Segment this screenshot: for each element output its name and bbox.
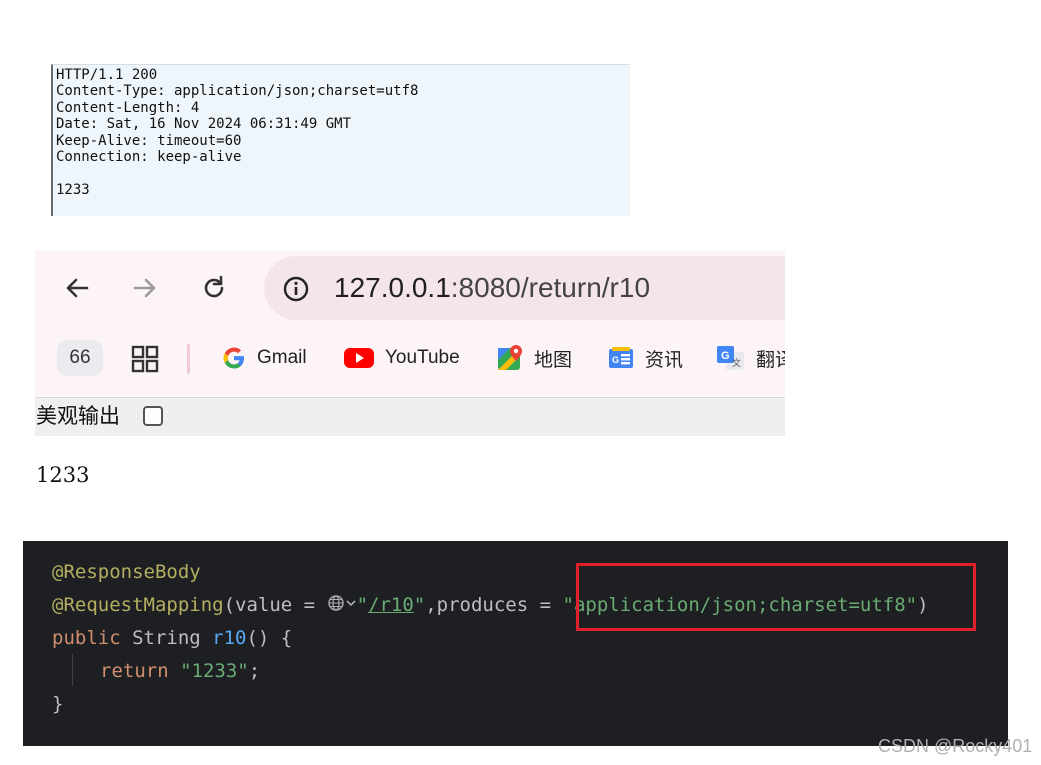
http-response-body: 1233 [56, 182, 90, 198]
address-bar[interactable]: 127.0.0.1:8080/return/r10 [264, 256, 785, 320]
code-line-1: @ResponseBody [52, 560, 201, 584]
closing-brace: } [52, 693, 64, 715]
http-header-keep-alive: Keep-Alive: timeout=60 [56, 133, 242, 149]
svg-text:G: G [612, 355, 619, 365]
keyword-public: public [52, 627, 121, 649]
bookmark-maps[interactable]: 地图 [496, 342, 572, 374]
json-viewer-bar: 美观输出 [35, 397, 785, 436]
http-header-content-type: Content-Type: application/json;charset=u… [56, 83, 419, 99]
code-line-5: } [52, 692, 63, 716]
method-signature-rest: () { [246, 627, 293, 649]
param-produces: ,produces = [425, 594, 563, 616]
paren-open: ( [223, 594, 236, 616]
svg-text:文: 文 [732, 357, 741, 369]
bookmark-label: 资讯 [645, 349, 684, 371]
semicolon: ; [248, 660, 261, 682]
back-button[interactable] [56, 267, 98, 309]
apps-button[interactable] [131, 345, 159, 377]
bookmark-news[interactable]: G 资讯 [607, 342, 683, 374]
http-header-connection: Connection: keep-alive [56, 149, 242, 165]
globe-icon [327, 594, 344, 611]
response-body-output: 1233 [36, 463, 90, 487]
pretty-print-checkbox[interactable] [143, 406, 163, 426]
http-response-panel: HTTP/1.1 200 Content-Type: application/j… [51, 64, 630, 216]
type-string: String [120, 627, 213, 649]
http-header-content-length: Content-Length: 4 [56, 100, 200, 116]
bookmark-youtube[interactable]: YouTube [343, 342, 460, 374]
value-quote-open: " [356, 594, 369, 616]
http-status-line: HTTP/1.1 200 [56, 67, 158, 83]
url-text[interactable]: 127.0.0.1:8080/return/r10 [334, 273, 650, 303]
return-value: "1233" [180, 660, 249, 682]
maps-icon [498, 345, 522, 370]
code-line-3: public String r10() { [52, 626, 292, 650]
bookmark-label: 地图 [534, 349, 573, 371]
annotation-response-body: @ResponseBody [52, 561, 201, 583]
indent-guide [72, 654, 73, 686]
http-header-date: Date: Sat, 16 Nov 2024 06:31:49 GMT [56, 116, 352, 132]
bookmark-divider [187, 344, 190, 374]
chevron-down-icon [345, 599, 356, 606]
arrow-left-icon [66, 278, 89, 298]
bookmark-translate[interactable]: G 文 翻译 [716, 342, 785, 374]
bookmark-label: YouTube [385, 347, 460, 368]
tab-count-badge[interactable]: 66 [57, 340, 103, 376]
annotation-request-mapping: @RequestMapping [52, 594, 224, 616]
url-host: 127.0.0.1 [334, 272, 451, 303]
bookmark-label: 翻译 [756, 349, 785, 371]
reload-icon [204, 275, 224, 298]
watermark: CSDN @Rocky401 [878, 736, 1033, 756]
grid-icon [131, 345, 159, 373]
translate-icon: G 文 [717, 346, 744, 370]
endpoint-icons[interactable] [327, 594, 357, 618]
code-line-4: return "1233"; [100, 659, 260, 683]
youtube-icon [344, 348, 374, 368]
google-icon [223, 347, 244, 369]
keyword-return: return [100, 660, 169, 682]
url-path: :8080/return/r10 [450, 272, 651, 303]
value-quote-close: " [413, 594, 426, 616]
browser-window: 127.0.0.1:8080/return/r10 66 Gmail YouTu [35, 250, 785, 436]
bookmark-gmail[interactable]: Gmail [221, 342, 307, 374]
reload-button[interactable] [193, 267, 235, 309]
value-path-link[interactable]: /r10 [368, 594, 414, 616]
pretty-print-label: 美观输出 [36, 404, 120, 428]
produces-highlight-box [576, 563, 976, 631]
news-icon: G [609, 347, 633, 368]
browser-toolbar: 127.0.0.1:8080/return/r10 66 Gmail YouTu [35, 250, 785, 396]
forward-button[interactable] [124, 267, 166, 309]
method-name: r10 [212, 627, 247, 649]
svg-text:G: G [721, 350, 730, 362]
site-info-icon[interactable] [282, 275, 310, 303]
param-value: value = [235, 594, 327, 616]
bookmark-label: Gmail [257, 347, 307, 368]
code-editor-panel: @ResponseBody @RequestMapping(value = "/… [23, 541, 1008, 746]
arrow-right-icon [133, 278, 156, 298]
